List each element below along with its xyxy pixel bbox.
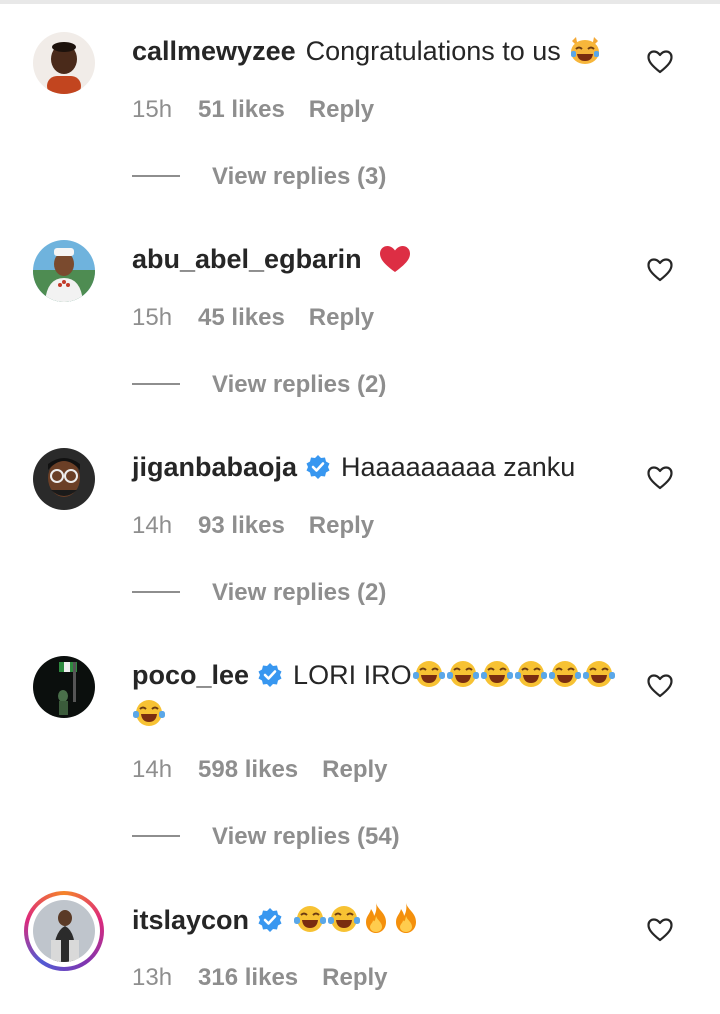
fire-icon xyxy=(361,902,391,942)
verified-badge-icon xyxy=(258,663,282,687)
timestamp: 14h xyxy=(132,756,173,783)
comment-text: LORI IRO xyxy=(293,660,412,690)
view-replies-label: View replies (2) xyxy=(212,371,387,398)
joy-icon xyxy=(293,904,327,942)
replies-dash xyxy=(132,383,180,385)
username[interactable]: abu_abel_egbarin xyxy=(132,244,362,274)
like-heart-icon[interactable] xyxy=(647,918,673,942)
avatar[interactable] xyxy=(33,900,95,962)
comment-text-line: callmewyzee Congratulations to us xyxy=(132,34,632,73)
joy-icon xyxy=(548,659,582,697)
replies-dash xyxy=(132,835,180,837)
comment-meta: 15h 45 likes Reply xyxy=(132,304,374,332)
comment-text: Haaaaaaaaa zanku xyxy=(341,452,576,482)
like-heart-icon[interactable] xyxy=(647,674,673,698)
view-replies-label: View replies (3) xyxy=(212,163,387,190)
username[interactable]: jiganbabaoja xyxy=(132,452,297,482)
reply-button[interactable]: Reply xyxy=(309,96,374,123)
cat-joy-icon xyxy=(568,35,602,73)
joy-icon xyxy=(132,698,166,736)
view-replies-link[interactable]: View replies (2) xyxy=(132,579,386,607)
red-heart-icon xyxy=(379,245,411,281)
comment-text-line: poco_lee LORI IRO xyxy=(132,658,632,736)
avatar[interactable] xyxy=(33,656,95,718)
username[interactable]: poco_lee xyxy=(132,660,249,690)
view-replies-link[interactable]: View replies (3) xyxy=(132,163,386,191)
replies-dash xyxy=(132,175,180,177)
like-heart-icon[interactable] xyxy=(647,50,673,74)
joy-icon xyxy=(480,659,514,697)
comment-meta: 13h 316 likes Reply xyxy=(132,964,388,992)
joy-icon xyxy=(446,659,480,697)
timestamp: 15h xyxy=(132,96,173,123)
joy-icon xyxy=(514,659,548,697)
likes-count[interactable]: 598 likes xyxy=(198,756,298,783)
reply-button[interactable]: Reply xyxy=(322,964,387,991)
likes-count[interactable]: 45 likes xyxy=(198,304,285,331)
avatar[interactable] xyxy=(33,32,95,94)
likes-count[interactable]: 93 likes xyxy=(198,512,285,539)
comment-text-line: jiganbabaoja Haaaaaaaaa zanku xyxy=(132,450,632,484)
verified-badge-icon xyxy=(258,908,282,932)
username[interactable]: itslaycon xyxy=(132,905,249,935)
timestamp: 13h xyxy=(132,964,173,991)
view-replies-label: View replies (2) xyxy=(212,579,387,606)
username[interactable]: callmewyzee xyxy=(132,36,296,66)
avatar[interactable] xyxy=(33,448,95,510)
view-replies-link[interactable]: View replies (2) xyxy=(132,371,386,399)
joy-icon xyxy=(412,659,446,697)
avatar[interactable] xyxy=(33,240,95,302)
joy-icon xyxy=(582,659,616,697)
view-replies-link[interactable]: View replies (54) xyxy=(132,823,400,851)
replies-dash xyxy=(132,591,180,593)
reply-button[interactable]: Reply xyxy=(309,304,374,331)
reply-button[interactable]: Reply xyxy=(322,756,387,783)
likes-count[interactable]: 316 likes xyxy=(198,964,298,991)
timestamp: 14h xyxy=(132,512,173,539)
fire-icon xyxy=(391,902,421,942)
timestamp: 15h xyxy=(132,304,173,331)
joy-icon xyxy=(327,904,361,942)
comment-meta: 15h 51 likes Reply xyxy=(132,96,374,124)
comment-text-line: abu_abel_egbarin xyxy=(132,242,632,281)
comment-text: Congratulations to us xyxy=(305,36,561,66)
reply-button[interactable]: Reply xyxy=(309,512,374,539)
top-divider xyxy=(0,0,720,4)
comment-meta: 14h 598 likes Reply xyxy=(132,756,388,784)
comment-meta: 14h 93 likes Reply xyxy=(132,512,374,540)
like-heart-icon[interactable] xyxy=(647,466,673,490)
story-ring[interactable] xyxy=(24,891,104,971)
comment-text-line: itslaycon xyxy=(132,902,632,942)
verified-badge-icon xyxy=(306,455,330,479)
view-replies-label: View replies (54) xyxy=(212,823,400,850)
likes-count[interactable]: 51 likes xyxy=(198,96,285,123)
like-heart-icon[interactable] xyxy=(647,258,673,282)
